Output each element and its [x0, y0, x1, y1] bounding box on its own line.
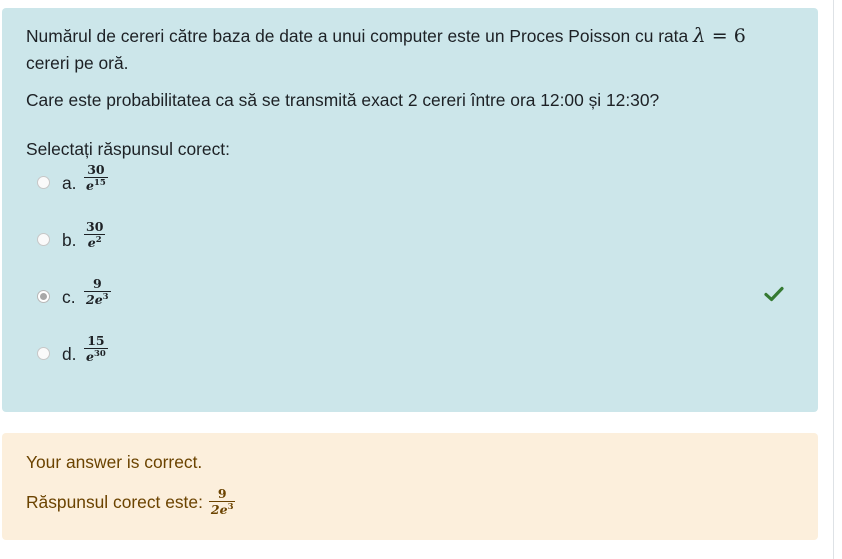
answer-letter-d: d.	[62, 344, 77, 364]
answer-fraction-a: 30 e15	[84, 162, 108, 194]
denominator-exponent: 3	[227, 502, 234, 512]
denominator-base: 2e	[210, 502, 228, 517]
denominator-exponent: 15	[93, 178, 106, 188]
answer-letter-a: a.	[62, 173, 77, 193]
fraction-denominator: e2	[86, 235, 104, 251]
answer-list: a. 30 e15 b. 30 e2 c. 9 2e3 d. 15 e30	[26, 162, 794, 394]
answer-prompt: Selectați răspunsul corect:	[26, 139, 230, 159]
fraction-denominator: 2e3	[84, 292, 111, 308]
page-right-border	[833, 0, 834, 559]
answer-fraction-c: 9 2e3	[84, 276, 111, 308]
check-icon	[764, 286, 784, 302]
fraction-numerator: 9	[217, 486, 227, 501]
correct-answer-label: Răspunsul corect este:	[26, 492, 203, 512]
radio-button-d[interactable]	[37, 347, 50, 360]
correct-answer-fraction: 9 2e3	[208, 486, 236, 518]
answer-letter-c: c.	[62, 287, 76, 307]
answer-option-d[interactable]: d. 15 e30	[26, 333, 794, 394]
denominator-base: e	[86, 349, 94, 364]
denominator-exponent: 2	[95, 235, 102, 245]
answer-option-b[interactable]: b. 30 e2	[26, 219, 794, 280]
feedback-status: Your answer is correct.	[26, 452, 203, 472]
question-paragraph-2: Care este probabilitatea ca să se transm…	[26, 90, 660, 110]
rate-value: 6	[733, 25, 746, 47]
fraction-numerator: 30	[87, 162, 105, 177]
question-panel: Numărul de cereri către baza de date a u…	[2, 8, 818, 412]
radio-button-a[interactable]	[37, 176, 50, 189]
answer-fraction-d: 15 e30	[84, 333, 108, 365]
radio-button-c-selected[interactable]	[37, 290, 50, 303]
question-text: Numărul de cereri către baza de date a u…	[26, 22, 794, 114]
fraction-denominator: e15	[84, 178, 108, 194]
fraction-numerator: 15	[87, 333, 105, 348]
radio-button-b[interactable]	[37, 233, 50, 246]
question-text-intro: Numărul de cereri către baza de date a u…	[26, 26, 694, 46]
denominator-exponent: 3	[102, 292, 109, 302]
denominator-exponent: 30	[93, 349, 106, 359]
denominator-base: 2e	[86, 292, 103, 307]
denominator-base: e	[87, 235, 96, 250]
fraction-numerator: 30	[86, 219, 104, 234]
fraction-numerator: 9	[92, 276, 102, 291]
answer-option-c[interactable]: c. 9 2e3	[26, 276, 794, 337]
question-paragraph-1: Numărul de cereri către baza de date a u…	[26, 22, 794, 77]
answer-fraction-b: 30 e2	[84, 219, 106, 251]
fraction-denominator: 2e3	[209, 502, 236, 518]
answer-option-a[interactable]: a. 30 e15	[26, 162, 794, 223]
fraction-denominator: e30	[84, 349, 108, 365]
lambda-symbol: λ	[693, 23, 706, 47]
question-text-rate-unit: cereri pe oră.	[26, 53, 129, 73]
feedback-panel: Your answer is correct. Răspunsul corect…	[2, 433, 818, 540]
answer-letter-b: b.	[62, 230, 77, 250]
equals-sign: =	[705, 25, 734, 47]
correct-answer-line: Răspunsul corect este: 9 2e3	[26, 486, 794, 518]
denominator-base: e	[86, 178, 94, 193]
